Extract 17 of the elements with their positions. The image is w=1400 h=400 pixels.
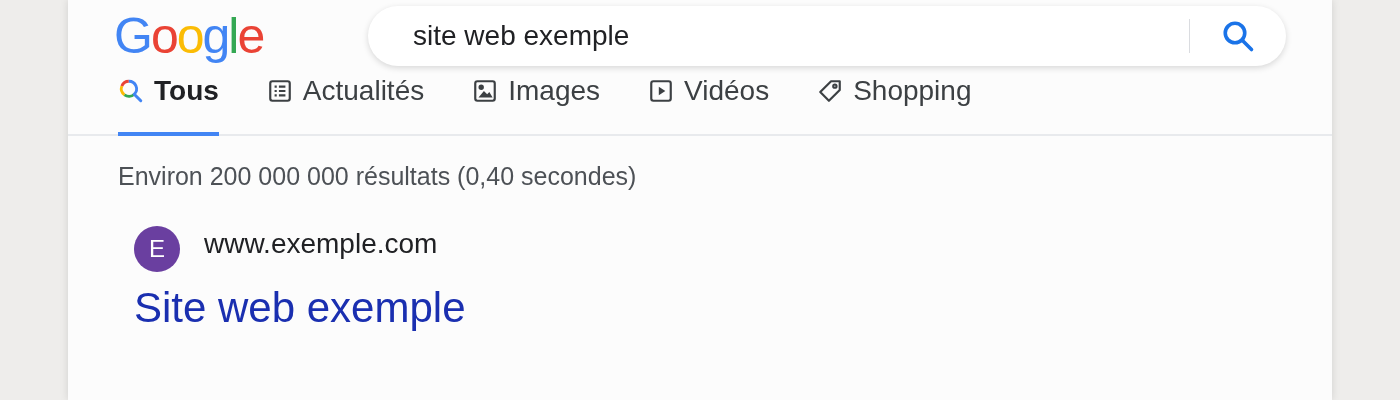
site-favicon: E — [134, 225, 180, 272]
tab[interactable]: Shopping — [817, 70, 972, 136]
search-icon — [118, 78, 144, 104]
search-icon[interactable] — [1220, 18, 1256, 54]
result-url[interactable]: www.exemple.com — [204, 222, 438, 265]
result-stats: Environ 200 000 000 résultats (0,40 secondes) — [118, 161, 638, 192]
search-field[interactable]: site web exemple — [368, 6, 1286, 66]
tag-icon — [817, 78, 844, 104]
result-title[interactable]: Site web exemple — [134, 275, 1332, 339]
tab[interactable]: Images — [472, 70, 601, 136]
tab[interactable]: Tous — [118, 70, 219, 136]
newspaper-icon — [266, 78, 293, 104]
tab[interactable]: Vidéos — [648, 70, 770, 136]
image-icon — [472, 78, 499, 104]
tab[interactable]: Actualités — [266, 70, 425, 136]
logo: Google — [114, 11, 265, 61]
play-icon — [648, 78, 675, 104]
